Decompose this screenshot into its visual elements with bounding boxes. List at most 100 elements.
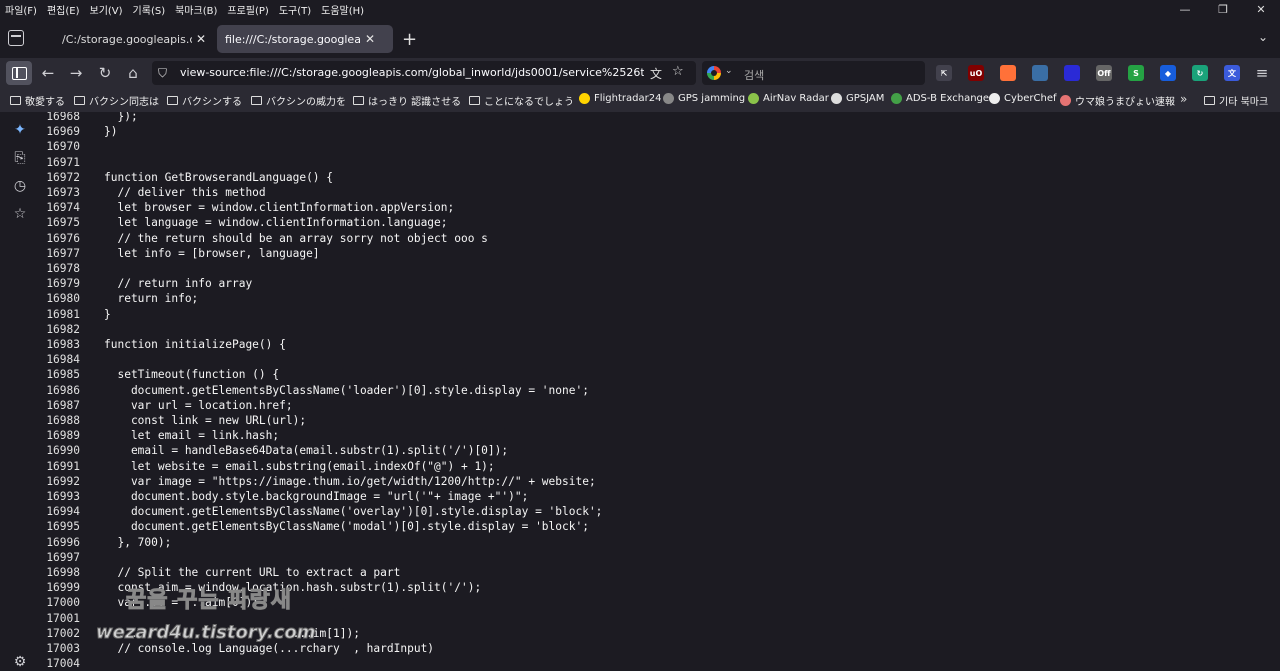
home-icon[interactable]: ⌂ (123, 63, 143, 83)
favicon-icon (748, 93, 759, 104)
bookmark-item[interactable]: ことになるでしょう (469, 93, 574, 108)
source-line: 17004 (40, 656, 104, 671)
bitwarden-icon[interactable]: ◆ (1160, 65, 1176, 81)
synced-tabs-icon[interactable]: ⎘ (11, 149, 29, 167)
line-code: ... ...im[1]); (104, 626, 360, 640)
bookmark-item[interactable]: 敬愛する (10, 93, 65, 108)
line-number: 16972 (46, 170, 80, 184)
menu-item[interactable]: 북마크(B) (170, 2, 222, 17)
list-all-tabs-icon[interactable]: ⌄ (1258, 30, 1268, 44)
refresh-extension-icon[interactable]: ↻ (1192, 65, 1208, 81)
line-code: // Split the current URL to extract a pa… (104, 566, 401, 579)
bookmark-item[interactable]: Flightradar24 (579, 93, 661, 104)
chevron-more-icon[interactable]: » (1180, 92, 1187, 106)
bookmark-item[interactable]: GPS jamming (663, 93, 745, 104)
source-line: 16991 let website = email.substring(emai… (40, 459, 495, 474)
search-input[interactable]: ⌄ 검색 (702, 61, 925, 85)
line-code: let website = email.substring(email.inde… (104, 459, 495, 473)
forward-icon[interactable]: → (66, 63, 86, 83)
favicon-icon (831, 93, 842, 104)
line-number: 16984 (46, 353, 80, 367)
menu-item[interactable]: 프로필(P) (222, 2, 273, 17)
line-number: 17001 (46, 611, 80, 625)
tab-source-2[interactable]: file:///C:/storage.googleapis.com/g ✕ (217, 25, 393, 53)
shield-icon[interactable]: ⛉ (158, 66, 167, 81)
navigation-toolbar: ← → ↻ ⌂ ⛉ view-source:file:///C:/storage… (0, 58, 1280, 88)
url-text[interactable]: view-source:file:///C:/storage.googleapi… (180, 66, 644, 79)
off-toggle-icon[interactable]: Off (1096, 65, 1112, 81)
line-number: 16973 (46, 186, 80, 199)
vpn-icon[interactable] (1064, 65, 1080, 81)
menu-item[interactable]: 도구(T) (274, 2, 316, 17)
line-code: setTimeout(function () { (104, 368, 280, 382)
bookmark-item[interactable]: GPSJAM (831, 93, 884, 104)
bookmark-item[interactable]: ウマ娘うまぴょい速報 (1060, 93, 1175, 108)
bookmark-item[interactable]: はっきり 認識させる (353, 93, 461, 108)
history-icon[interactable]: ◷ (11, 177, 29, 195)
minimize-icon[interactable]: — (1166, 0, 1204, 18)
ai-chat-icon[interactable]: ✦ (11, 121, 29, 139)
shield-extension-icon[interactable] (1000, 65, 1016, 81)
line-code: function initializePage() { (104, 338, 286, 351)
tab-overview-icon[interactable] (8, 30, 24, 46)
bookmark-item[interactable]: バクシン同志は (74, 93, 159, 108)
user-extension-icon[interactable] (1032, 65, 1048, 81)
tab-close-icon[interactable]: ✕ (196, 32, 206, 46)
green-extension-icon[interactable]: S (1128, 65, 1144, 81)
menu-item[interactable]: 파일(F) (0, 2, 42, 17)
source-line: 16993 document.body.style.backgroundImag… (40, 489, 528, 504)
line-code: function GetBrowserandLanguage() { (104, 170, 334, 184)
url-bar[interactable]: ⛉ view-source:file:///C:/storage.googlea… (152, 61, 696, 85)
reload-icon[interactable]: ↻ (95, 63, 115, 83)
line-number: 17002 (46, 626, 80, 640)
extension-icon[interactable]: ⇱ (936, 65, 952, 81)
menu-icon[interactable]: ≡ (1252, 63, 1272, 83)
chevron-down-icon[interactable]: ⌄ (725, 66, 733, 76)
source-line: 16968 }); (40, 112, 137, 124)
tab-close-icon[interactable]: ✕ (365, 32, 375, 46)
ublock-icon[interactable]: uO (968, 65, 984, 81)
folder-icon (1204, 96, 1215, 105)
source-line: 16994 document.getElementsByClassName('o… (40, 504, 602, 519)
line-code: return info; (104, 292, 199, 306)
back-icon[interactable]: ← (38, 63, 58, 83)
line-code: } (104, 307, 111, 321)
line-number: 16970 (46, 140, 80, 154)
tab-title: file:///C:/storage.googleapis.com/g (225, 32, 361, 46)
folder-icon (469, 96, 480, 105)
bookmark-label: ことになるでしょう (484, 97, 574, 108)
bookmark-label: CyberChef (1004, 93, 1057, 104)
sidebar-toggle-icon[interactable] (6, 61, 32, 85)
menu-item[interactable]: 보기(V) (85, 2, 128, 17)
source-line: 16997 (40, 550, 104, 565)
bookmark-other-folder[interactable]: 기타 북마크 (1204, 93, 1268, 108)
bookmarks-icon[interactable]: ☆ (11, 205, 29, 223)
source-view: 16968 }); 16969}) 16970 16971 16972 function … (40, 112, 1280, 671)
source-line: 16980 return info; (40, 291, 198, 306)
menu-item[interactable]: 편집(E) (42, 2, 85, 17)
line-code: var image = "https://image.thum.io/get/w… (104, 474, 596, 488)
translate-extension-icon[interactable]: 文 (1224, 65, 1240, 81)
source-line: 17003 // console.log Language(...rchary … (40, 641, 434, 656)
bookmark-item[interactable]: バクシンする (167, 93, 242, 108)
bookmark-star-icon[interactable]: ☆ (672, 64, 684, 79)
bookmark-item[interactable]: AirNav Radar (748, 93, 829, 104)
bookmark-item[interactable]: CyberChef (989, 93, 1057, 104)
menu-item[interactable]: 도움말(H) (316, 2, 369, 17)
menu-item[interactable]: 기록(S) (128, 2, 171, 17)
close-icon[interactable]: ✕ (1242, 0, 1280, 18)
gear-icon[interactable]: ⚙ (11, 653, 29, 671)
line-code: }, 700); (104, 535, 172, 549)
bookmark-item[interactable]: ADS-B Exchange (891, 93, 989, 104)
scrollbar[interactable] (1272, 114, 1278, 654)
folder-icon (167, 96, 178, 105)
maximize-icon[interactable]: ❐ (1204, 0, 1242, 18)
bookmark-item[interactable]: バクシンの威力を (251, 93, 346, 108)
new-tab-icon[interactable]: + (402, 29, 417, 50)
tab-source-1[interactable]: /C:/storage.googleapis.com/gl ✕ (54, 25, 214, 53)
google-icon[interactable] (707, 66, 721, 80)
translate-icon[interactable]: 文 (650, 65, 662, 82)
